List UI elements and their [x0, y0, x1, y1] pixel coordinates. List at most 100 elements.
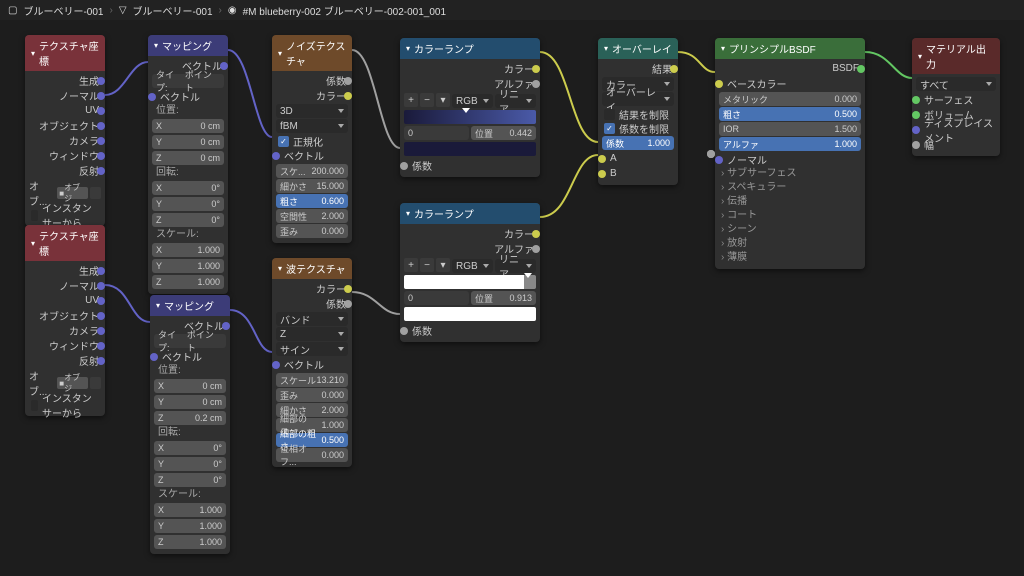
input-vector[interactable]: ベクトル — [276, 357, 348, 372]
input-fac[interactable]: 係数 — [404, 323, 536, 338]
thinfilm-expand[interactable]: 薄膜 — [719, 251, 861, 265]
stop-index[interactable]: 0 — [404, 126, 469, 140]
remove-stop-button[interactable]: − — [420, 93, 434, 107]
remove-stop-button[interactable]: − — [420, 258, 434, 272]
add-stop-button[interactable]: + — [404, 93, 418, 107]
scale-x[interactable]: X1.000 — [154, 503, 226, 517]
clamp-result-checkbox[interactable]: ✓結果を制限 — [602, 107, 674, 121]
input-fac[interactable]: 係数 — [404, 158, 536, 173]
output-reflection[interactable]: 反射 — [29, 163, 101, 178]
metallic-field[interactable]: メタリック0.000 — [719, 92, 861, 106]
add-stop-button[interactable]: + — [404, 258, 418, 272]
node-mapping-2[interactable]: ▾マッピング ベクトル タイプ:ポイント ベクトル 位置: X0 cmY0 cm… — [150, 295, 230, 554]
node-texture-coordinate-2[interactable]: ▾テクスチャ座標 生成 ノーマル UV オブジェクト カメラ ウィンドウ 反射 … — [25, 225, 105, 416]
roughness-field[interactable]: 粗さ0.500 — [719, 107, 861, 121]
node-header[interactable]: ▾テクスチャ座標 — [25, 225, 105, 261]
node-mix-overlay[interactable]: ▾オーバーレイ 結果 カラー オーバーレイ ✓結果を制限 ✓係数を制限 係数1.… — [598, 38, 678, 185]
output-window[interactable]: ウィンドウ — [29, 338, 101, 353]
position-field[interactable]: 位置0.442 — [471, 126, 536, 140]
node-header[interactable]: ▾マテリアル出力 — [912, 38, 1000, 74]
input-vector[interactable]: ベクトル — [276, 148, 348, 163]
output-vector[interactable]: ベクトル — [152, 58, 224, 73]
ior-field[interactable]: IOR1.500 — [719, 122, 861, 136]
specular-expand[interactable]: スペキュラー — [719, 181, 861, 195]
normalize-checkbox[interactable]: ✓正規化 — [276, 134, 348, 148]
node-header[interactable]: ▾ノイズテクスチャ — [272, 35, 352, 71]
gradient[interactable] — [404, 275, 536, 289]
interpolation-dropdown[interactable]: リニア — [495, 94, 536, 108]
loc-y[interactable]: Y0 cm — [152, 135, 224, 149]
node-mapping-1[interactable]: ▾マッピング ベクトル タイプ:ポイント ベクトル 位置: X0 cmY0 cm… — [148, 35, 228, 294]
node-color-ramp-1[interactable]: ▾カラーランプ カラー アルファ + − ▾ RGB リニア 0 位置0.442… — [400, 38, 540, 177]
input-a[interactable]: A — [602, 151, 674, 166]
clamp-factor-checkbox[interactable]: ✓係数を制限 — [602, 121, 674, 135]
stop-index[interactable]: 0 — [404, 291, 469, 305]
output-object[interactable]: オブジェクト — [29, 118, 101, 133]
output-reflection[interactable]: 反射 — [29, 353, 101, 368]
node-texture-coordinate-1[interactable]: ▾テクスチャ座標 生成 ノーマル UV オブジェクト カメラ ウィンドウ 反射 … — [25, 35, 105, 226]
sheen-expand[interactable]: シーン — [719, 223, 861, 237]
dimension-dropdown[interactable]: 3D — [276, 104, 348, 118]
transmission-expand[interactable]: 伝播 — [719, 195, 861, 209]
input-normal[interactable]: ノーマル — [719, 152, 861, 167]
position-field[interactable]: 位置0.913 — [471, 291, 536, 305]
node-material-output[interactable]: ▾マテリアル出力 すべて サーフェス ボリューム ディスプレイスメント 幅 — [912, 38, 1000, 156]
loc-x[interactable]: X0 cm — [152, 119, 224, 133]
output-generated[interactable]: 生成 — [29, 73, 101, 88]
node-color-ramp-2[interactable]: ▾カラーランプ カラー アルファ + − ▾ RGB リニア 0 位置0.913… — [400, 203, 540, 342]
output-normal[interactable]: ノーマル — [29, 278, 101, 293]
gradient[interactable] — [404, 110, 536, 124]
output-alpha[interactable]: アルファ — [404, 76, 536, 91]
wave-axis-dropdown[interactable]: Z — [276, 327, 348, 341]
input-displacement[interactable]: ディスプレイスメント — [916, 122, 996, 137]
output-vector[interactable]: ベクトル — [154, 318, 226, 333]
node-header[interactable]: ▾マッピング — [150, 295, 230, 316]
output-alpha[interactable]: アルファ — [404, 241, 536, 256]
scale-field[interactable]: スケ...200.000 — [276, 164, 348, 178]
eyedropper-icon[interactable] — [90, 187, 101, 199]
output-color[interactable]: カラー — [276, 88, 348, 103]
output-fac[interactable]: 係数 — [276, 296, 348, 311]
eyedropper-icon[interactable] — [90, 377, 101, 389]
output-color[interactable]: カラー — [276, 281, 348, 296]
node-header[interactable]: ▾オーバーレイ — [598, 38, 678, 59]
scale-z[interactable]: Z1.000 — [154, 535, 226, 549]
bc-item-0[interactable]: ブルーベリー-001 — [23, 3, 103, 18]
rot-x[interactable]: X0° — [152, 181, 224, 195]
input-b[interactable]: B — [602, 166, 674, 181]
output-normal[interactable]: ノーマル — [29, 88, 101, 103]
coat-expand[interactable]: コート — [719, 209, 861, 223]
loc-x[interactable]: X0 cm — [154, 379, 226, 393]
colorspace-dropdown[interactable]: RGB — [452, 94, 493, 108]
node-principled-bsdf[interactable]: ▾プリンシプルBSDF BSDF ベースカラー メタリック0.000 粗さ0.5… — [715, 38, 865, 269]
input-base-color[interactable]: ベースカラー — [719, 76, 861, 91]
node-wave-texture[interactable]: ▾波テクスチャ カラー 係数 バンド Z サイン ベクトル スケール13.210… — [272, 258, 352, 467]
output-bsdf[interactable]: BSDF — [719, 61, 861, 76]
scale-x[interactable]: X1.000 — [152, 243, 224, 257]
wave-type-dropdown[interactable]: バンド — [276, 312, 348, 326]
node-header[interactable]: ▾カラーランプ — [400, 203, 540, 224]
subsurface-expand[interactable]: サブサーフェス — [719, 167, 861, 181]
node-header[interactable]: ▾波テクスチャ — [272, 258, 352, 279]
color-swatch[interactable] — [404, 307, 536, 321]
input-vector[interactable]: ベクトル — [152, 89, 224, 104]
output-camera[interactable]: カメラ — [29, 323, 101, 338]
alpha-field[interactable]: アルファ1.000 — [719, 137, 861, 151]
scale-field[interactable]: スケール13.210 — [276, 373, 348, 387]
input-surface[interactable]: サーフェス — [916, 92, 996, 107]
roughness-field[interactable]: 粗さ0.600 — [276, 194, 348, 208]
rot-x[interactable]: X0° — [154, 441, 226, 455]
input-thickness[interactable]: 幅 — [916, 137, 996, 152]
color-swatch[interactable] — [404, 142, 536, 156]
type-dropdown[interactable]: タイプ:ポイント — [152, 74, 224, 88]
output-fac[interactable]: 係数 — [276, 73, 348, 88]
scale-y[interactable]: Y1.000 — [152, 259, 224, 273]
node-header[interactable]: ▾カラーランプ — [400, 38, 540, 59]
output-camera[interactable]: カメラ — [29, 133, 101, 148]
type-dropdown[interactable]: タイプ:ポイント — [154, 334, 226, 348]
output-window[interactable]: ウィンドウ — [29, 148, 101, 163]
colorspace-dropdown[interactable]: RGB — [452, 259, 493, 273]
output-generated[interactable]: 生成 — [29, 263, 101, 278]
ramp-menu-button[interactable]: ▾ — [436, 93, 450, 107]
scale-z[interactable]: Z1.000 — [152, 275, 224, 289]
